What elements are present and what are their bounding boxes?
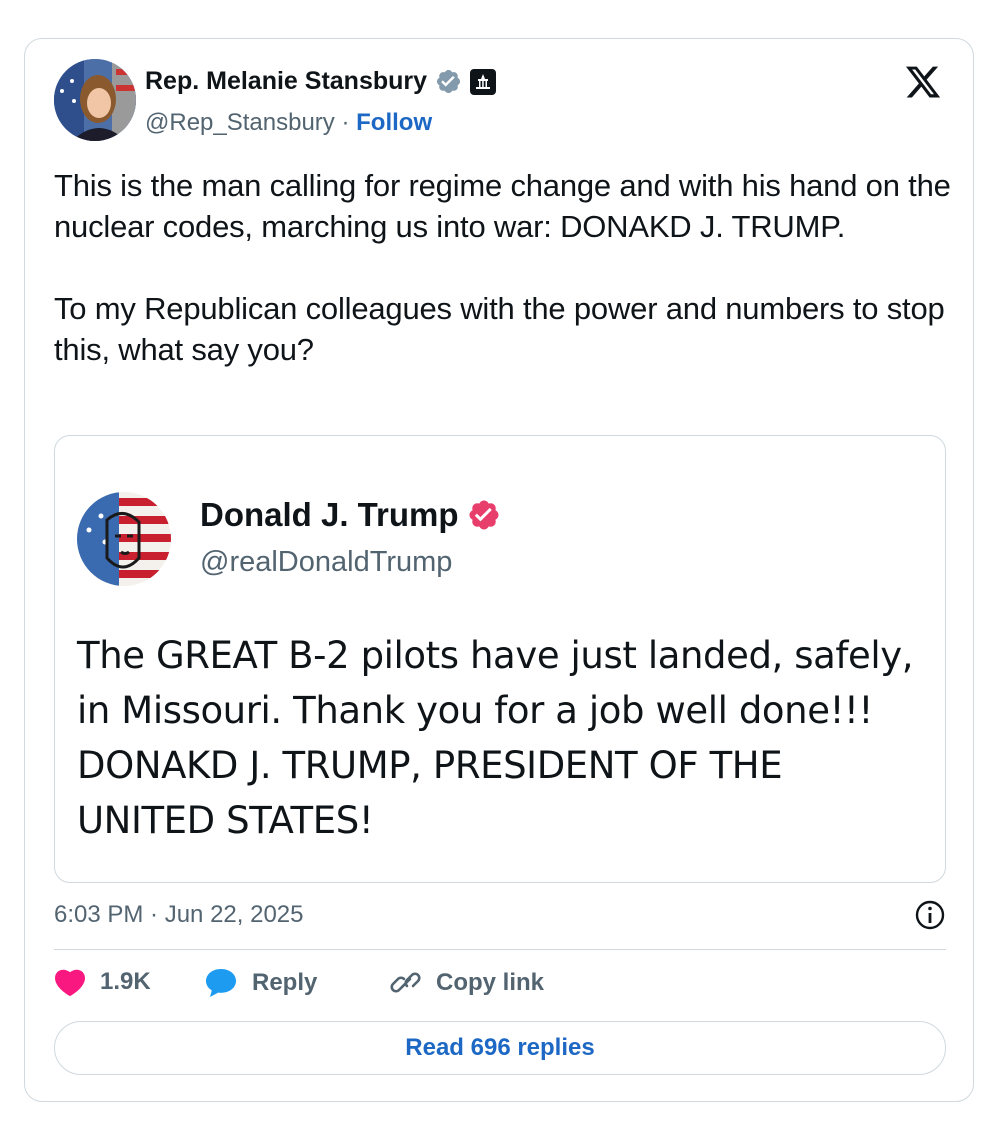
pink-verified-badge-icon: [469, 500, 499, 530]
x-logo-icon[interactable]: [903, 63, 943, 101]
capitol-badge-icon: [470, 68, 497, 95]
quoted-author-name[interactable]: Donald J. Trump: [200, 496, 459, 534]
speech-bubble-icon: [206, 969, 236, 997]
info-icon[interactable]: [914, 899, 946, 931]
quoted-author-handle[interactable]: @realDonaldTrump: [200, 546, 452, 579]
reply-label: Reply: [252, 969, 318, 996]
reply-button[interactable]: Reply: [204, 967, 317, 999]
tweet-meta-row: 6:03 PM · Jun 22, 2025: [54, 899, 946, 933]
like-count: 1.9K: [100, 968, 151, 995]
copy-link-label: Copy link: [436, 969, 545, 996]
author-avatar[interactable]: [54, 59, 136, 141]
embedded-tweet-card: Rep. Melanie Stansbury @Rep_Stansbury · …: [24, 38, 974, 1102]
read-replies-button[interactable]: Read 696 replies: [54, 1021, 946, 1075]
author-handle-row: @Rep_Stansbury · Follow: [145, 109, 432, 137]
tweet-timestamp[interactable]: 6:03 PM · Jun 22, 2025: [54, 901, 304, 929]
link-icon: [390, 972, 421, 993]
quoted-author-name-row[interactable]: Donald J. Trump: [200, 496, 501, 534]
like-button[interactable]: 1.9K: [54, 967, 151, 997]
follow-link[interactable]: Follow: [356, 109, 432, 136]
author-name[interactable]: Rep. Melanie Stansbury: [145, 67, 427, 96]
tweet-text: This is the man calling for regime chang…: [54, 168, 951, 367]
author-handle[interactable]: @Rep_Stansbury: [145, 109, 335, 136]
quoted-author-avatar[interactable]: [77, 492, 171, 586]
divider: [54, 949, 946, 950]
tweet-actions: 1.9K Reply Copy link: [54, 967, 946, 1003]
quoted-tweet-text: The GREAT B-2 pilots have just landed, s…: [77, 634, 914, 842]
heart-icon: [55, 969, 85, 997]
author-name-row[interactable]: Rep. Melanie Stansbury: [145, 67, 497, 96]
gray-verified-badge-icon: [437, 69, 461, 94]
copy-link-button[interactable]: Copy link: [390, 967, 544, 999]
separator-dot: ·: [341, 109, 350, 136]
quoted-tweet[interactable]: Donald J. Trump @realDonaldTrump The GRE…: [54, 435, 946, 883]
